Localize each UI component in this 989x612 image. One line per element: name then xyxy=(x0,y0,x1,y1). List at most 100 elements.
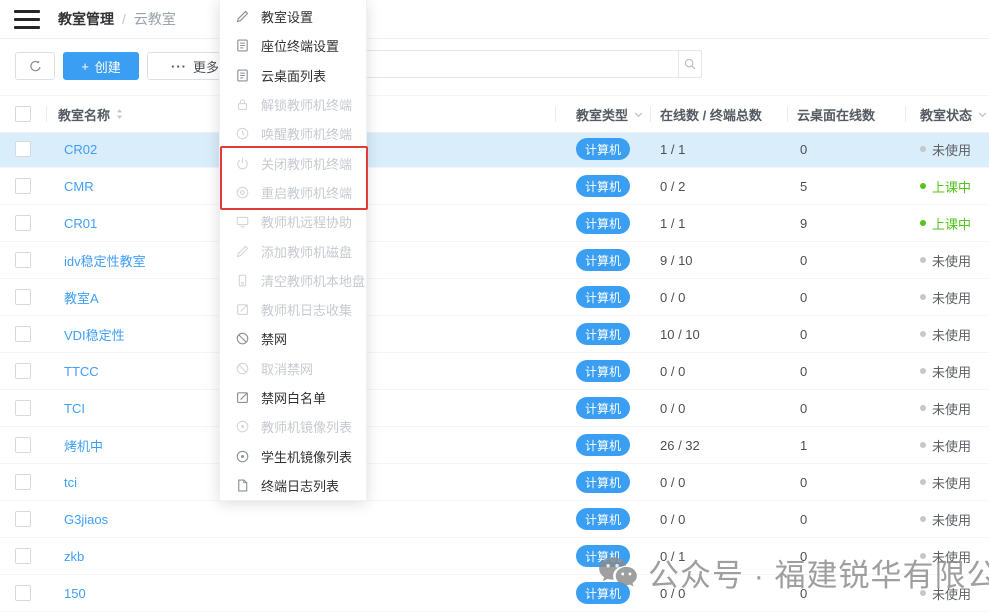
row-checkbox[interactable] xyxy=(15,326,31,342)
type-badge: 计算机 xyxy=(576,471,630,493)
menu-item[interactable]: 教室设置 xyxy=(220,2,366,31)
menu-item[interactable]: 清空教师机本地盘 xyxy=(220,266,366,295)
ban-icon xyxy=(235,361,250,376)
type-badge: 计算机 xyxy=(576,249,630,271)
row-checkbox[interactable] xyxy=(15,178,31,194)
chevron-down-icon[interactable] xyxy=(977,109,988,120)
table-row[interactable]: idv稳定性教室 计算机 9 / 10 0 未使用 xyxy=(0,242,989,279)
table-row[interactable]: 150 计算机 0 / 0 0 未使用 xyxy=(0,575,989,612)
cell-online-count: 0 / 2 xyxy=(650,179,787,194)
type-badge: 计算机 xyxy=(576,508,630,530)
table-row[interactable]: CR01 计算机 1 / 1 9 上课中 xyxy=(0,205,989,242)
row-checkbox[interactable] xyxy=(15,289,31,305)
type-badge: 计算机 xyxy=(576,323,630,345)
row-checkbox[interactable] xyxy=(15,548,31,564)
cell-type: 计算机 xyxy=(555,508,650,530)
create-button[interactable]: + 创建 xyxy=(63,52,139,80)
status-dot-icon xyxy=(920,516,926,522)
menu-item[interactable]: 教师机镜像列表 xyxy=(220,412,366,441)
menu-item[interactable]: 添加教师机磁盘 xyxy=(220,236,366,265)
menu-item[interactable]: 学生机镜像列表 xyxy=(220,441,366,470)
table-row[interactable]: CR02 计算机 1 / 1 0 未使用 xyxy=(0,131,989,168)
row-checkbox[interactable] xyxy=(15,474,31,490)
menu-item[interactable]: 禁网白名单 xyxy=(220,383,366,412)
menu-item[interactable]: 教师机远程协助 xyxy=(220,207,366,236)
breadcrumb-section[interactable]: 教室管理 xyxy=(58,9,114,29)
status-badge: 未使用 xyxy=(905,251,989,270)
sort-icon[interactable] xyxy=(115,107,124,121)
cell-cloud-online-count: 0 xyxy=(787,290,905,305)
status-badge: 未使用 xyxy=(905,140,989,159)
cell-type: 计算机 xyxy=(555,545,650,567)
status-badge: 未使用 xyxy=(905,399,989,418)
status-dot-icon xyxy=(920,331,926,337)
status-badge: 上课中 xyxy=(905,177,989,196)
header-cell-online: 在线数 / 终端总数 xyxy=(650,96,787,132)
status-dot-icon xyxy=(920,257,926,263)
row-checkbox[interactable] xyxy=(15,437,31,453)
row-checkbox[interactable] xyxy=(15,585,31,601)
menu-item[interactable]: 禁网 xyxy=(220,324,366,353)
cell-online-count: 1 / 1 xyxy=(650,216,787,231)
select-all-checkbox[interactable] xyxy=(15,106,31,122)
edit-square-icon xyxy=(235,390,250,405)
row-checkbox[interactable] xyxy=(15,363,31,379)
menu-item[interactable]: 取消禁网 xyxy=(220,354,366,383)
menu-item[interactable]: 关闭教师机终端 xyxy=(220,148,366,177)
status-dot-icon xyxy=(920,294,926,300)
classroom-name-link[interactable]: zkb xyxy=(46,549,555,564)
status-badge: 未使用 xyxy=(905,436,989,455)
target-icon xyxy=(235,419,250,434)
cell-checkbox xyxy=(0,511,46,527)
cell-type: 计算机 xyxy=(555,434,650,456)
breadcrumb: 教室管理 / 云教室 xyxy=(58,9,176,29)
refresh-button[interactable] xyxy=(15,52,55,80)
table-row[interactable]: zkb 计算机 0 / 1 0 未使用 xyxy=(0,538,989,575)
table-body: CR02 计算机 1 / 1 0 未使用 CMR 计算机 0 / 2 5 上课中… xyxy=(0,131,989,612)
cell-cloud-online-count: 9 xyxy=(787,216,905,231)
header-cell-type[interactable]: 教室类型 xyxy=(555,96,650,132)
classroom-name-link[interactable]: G3jiaos xyxy=(46,512,555,527)
menu-item[interactable]: 唤醒教师机终端 xyxy=(220,119,366,148)
table-row[interactable]: TTCC 计算机 0 / 0 0 未使用 xyxy=(0,353,989,390)
classroom-name-link[interactable]: 150 xyxy=(46,586,555,601)
doc-icon xyxy=(235,38,250,53)
cell-online-count: 0 / 0 xyxy=(650,364,787,379)
row-checkbox[interactable] xyxy=(15,252,31,268)
status-dot-icon xyxy=(920,146,926,152)
menu-item[interactable]: 终端日志列表 xyxy=(220,471,366,500)
header-cell-status[interactable]: 教室状态 xyxy=(905,96,989,132)
table-row[interactable]: 教室A 计算机 0 / 0 0 未使用 xyxy=(0,279,989,316)
row-checkbox[interactable] xyxy=(15,141,31,157)
create-button-label: 创建 xyxy=(95,57,121,76)
menu-item[interactable]: 座位终端设置 xyxy=(220,31,366,60)
table-row[interactable]: tci 计算机 0 / 0 0 未使用 xyxy=(0,464,989,501)
menu-item[interactable]: 云桌面列表 xyxy=(220,61,366,90)
row-checkbox[interactable] xyxy=(15,400,31,416)
menu-item[interactable]: 教师机日志收集 xyxy=(220,295,366,324)
menu-item[interactable]: 解锁教师机终端 xyxy=(220,90,366,119)
row-checkbox[interactable] xyxy=(15,215,31,231)
cell-checkbox xyxy=(0,548,46,564)
monitor-icon xyxy=(235,214,250,229)
table-row[interactable]: CMR 计算机 0 / 2 5 上课中 xyxy=(0,168,989,205)
table-row[interactable]: TCI 计算机 0 / 0 0 未使用 xyxy=(0,390,989,427)
chevron-down-icon[interactable] xyxy=(633,109,644,120)
hamburger-menu-icon[interactable] xyxy=(14,10,40,29)
doc-icon xyxy=(235,68,250,83)
header-cell-checkbox xyxy=(0,96,46,132)
table-row[interactable]: VDI稳定性 计算机 10 / 10 0 未使用 xyxy=(0,316,989,353)
type-badge: 计算机 xyxy=(576,360,630,382)
table-row[interactable]: G3jiaos 计算机 0 / 0 0 未使用 xyxy=(0,501,989,538)
cell-cloud-online-count: 0 xyxy=(787,549,905,564)
status-dot-icon xyxy=(920,553,926,559)
row-checkbox[interactable] xyxy=(15,511,31,527)
type-badge: 计算机 xyxy=(576,175,630,197)
search-append[interactable] xyxy=(678,51,701,77)
toolbar: + 创建 ··· 更多 xyxy=(15,52,243,80)
search-icon xyxy=(683,57,697,71)
type-badge: 计算机 xyxy=(576,286,630,308)
table-row[interactable]: 烤机中 计算机 26 / 32 1 未使用 xyxy=(0,427,989,464)
top-bar: 教室管理 / 云教室 xyxy=(0,0,989,39)
menu-item[interactable]: 重启教师机终端 xyxy=(220,178,366,207)
